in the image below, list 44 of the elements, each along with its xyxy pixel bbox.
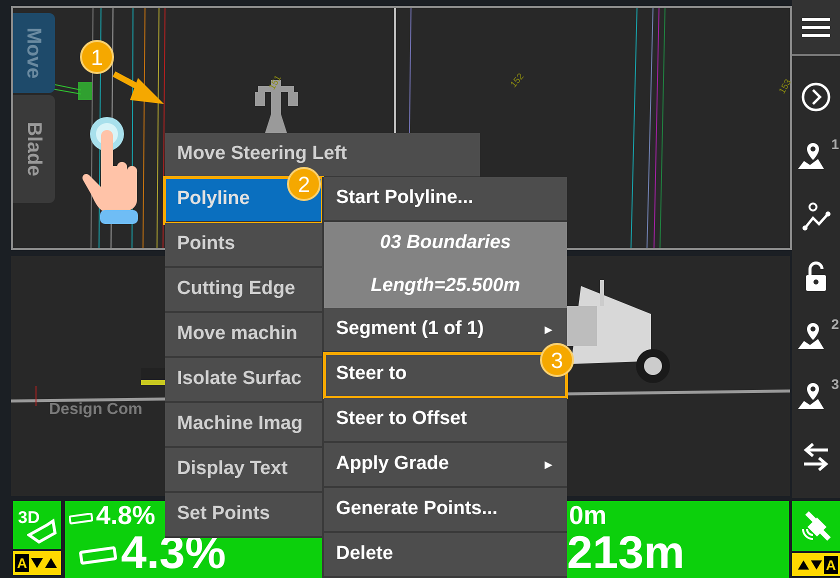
station-label: 153 [776,76,794,97]
satellite-icon [799,509,833,543]
side-tab[interactable]: Blade [13,95,55,203]
pin-number: 2 [831,315,839,334]
grade-reading: 4.8% [96,502,156,528]
distance-reading: 0m [569,502,607,528]
toolbar-button[interactable]: 3 [792,370,840,424]
menu-item[interactable]: Isolate Surfac [165,358,322,403]
polyline-icon [801,202,831,232]
menu-item-label: Segment (1 of 1) [336,317,484,342]
station-label: 152 [508,70,527,91]
menu-item[interactable]: Move Steering Left [165,133,480,178]
menu-item[interactable]: Machine Imag [165,403,322,448]
auto-label: A [15,554,30,572]
swap-arrows-icon [802,441,830,473]
slope-icon [69,513,93,525]
chevron-circle-icon [801,82,831,112]
slope-icon [79,544,117,566]
menu-icon [802,16,830,38]
menu-item[interactable]: Display Text [165,448,322,493]
pointer-arrow [112,70,164,106]
up-down-icon [30,556,58,570]
mode-label: 3D [18,507,40,529]
submenu-arrow: ► [542,456,555,474]
submenu-arrow: ► [542,320,555,339]
gnss-tile[interactable] [792,501,840,551]
menu-button[interactable] [792,0,840,56]
menu-item[interactable]: Set Points [165,493,322,538]
menu-item-label: Apply Grade [336,452,449,476]
pin-number: 3 [831,375,839,394]
design-label: Design Com [49,400,142,420]
auto-label: A [824,556,838,574]
menu-item[interactable]: Points [165,223,322,268]
pin-number: 1 [831,135,839,154]
toolbar-button[interactable]: 2 [792,310,840,364]
menu-item[interactable]: Move machin [165,313,322,358]
unlocked-padlock-icon [805,261,827,293]
station-label: 151 [266,72,284,93]
menu-info: 03 Boundaries [324,222,567,265]
toolbar-button[interactable]: 1 [792,130,840,184]
menu-item[interactable]: Cutting Edge [165,268,322,313]
distance-reading: 213m [567,529,685,575]
menu-info: Length=25.500m [324,265,567,308]
up-down-icon [796,558,823,572]
